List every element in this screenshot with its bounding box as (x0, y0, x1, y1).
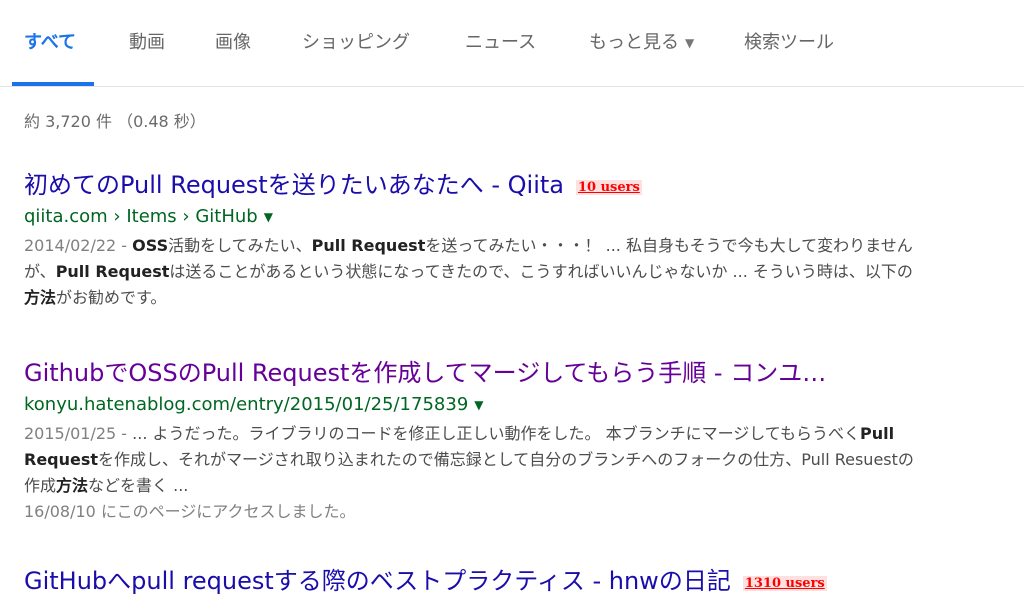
snippet-text: がお勧めです。 (56, 288, 167, 307)
snippet-text: ... ようだった。ライブラリのコードを修正し正しい動作をした。 本ブランチにマ… (132, 424, 861, 443)
result-date: 2014/02/22 - (24, 236, 133, 255)
tab-more-label: もっと見る (589, 32, 679, 53)
result-stats: 約 3,720 件 （0.48 秒） (24, 112, 206, 131)
tab-shopping[interactable]: ショッピング (302, 28, 410, 54)
search-result: GitHubへpull requestする際のベストプラクティス - hnwの日… (24, 566, 924, 596)
snippet-keyword: Pull Request (55, 262, 170, 281)
tab-more[interactable]: もっと見る ▼ (589, 28, 694, 54)
visited-note: 16/08/10 にこのページにアクセスしました。 (24, 502, 356, 521)
snippet-keyword: Pull Request (311, 236, 426, 255)
tab-videos[interactable]: 動画 (129, 28, 165, 54)
tab-search-tools[interactable]: 検索ツール (744, 28, 834, 54)
snippet-text: 活動をしてみたい、 (168, 236, 312, 255)
snippet-keyword: 方法 (56, 476, 89, 495)
result-url: konyu.hatenablog.com/entry/2015/01/25/17… (24, 394, 924, 415)
bookmark-users-badge[interactable]: 10 users (575, 180, 642, 195)
snippet-text: などを書く ... (88, 476, 189, 495)
search-result: 初めてのPull Requestを送りたいあなたへ - Qiita 10 user… (24, 170, 924, 311)
tab-images[interactable]: 画像 (215, 28, 251, 54)
tabs-divider (0, 86, 1024, 87)
result-title-link[interactable]: GithubでOSSのPull Requestを作成してマージしてもらう手順 -… (24, 358, 826, 388)
result-url: qiita.com › Items › GitHub ▼ (24, 206, 924, 227)
result-url-text: qiita.com › Items › GitHub (24, 206, 258, 227)
url-options-caret-icon[interactable]: ▼ (474, 398, 483, 412)
snippet-keyword: OSS (132, 236, 169, 255)
result-snippet: 2014/02/22 - OSS活動をしてみたい、Pull Requestを送っ… (24, 233, 924, 311)
tab-news[interactable]: ニュース (465, 28, 536, 54)
result-url-text: konyu.hatenablog.com/entry/2015/01/25/17… (24, 394, 469, 415)
result-snippet: 2015/01/25 - ... ようだった。ライブラリのコードを修正し正しい動… (24, 421, 924, 525)
url-options-caret-icon[interactable]: ▼ (264, 210, 273, 224)
search-result: GithubでOSSのPull Requestを作成してマージしてもらう手順 -… (24, 358, 924, 525)
result-title-link[interactable]: GitHubへpull requestする際のベストプラクティス - hnwの日… (24, 566, 731, 596)
result-date: 2015/01/25 - (24, 424, 133, 443)
search-tabs-bar: すべて 動画 画像 ショッピング ニュース もっと見る ▼ 検索ツール (0, 0, 1024, 86)
snippet-keyword: 方法 (24, 288, 57, 307)
tab-all[interactable]: すべて (24, 28, 76, 54)
dropdown-caret-icon: ▼ (685, 36, 695, 50)
snippet-text: は送ることがあるという状態になってきたので、こうすればいいんじゃないか ... … (169, 262, 913, 281)
result-title-link[interactable]: 初めてのPull Requestを送りたいあなたへ - Qiita (24, 170, 564, 200)
